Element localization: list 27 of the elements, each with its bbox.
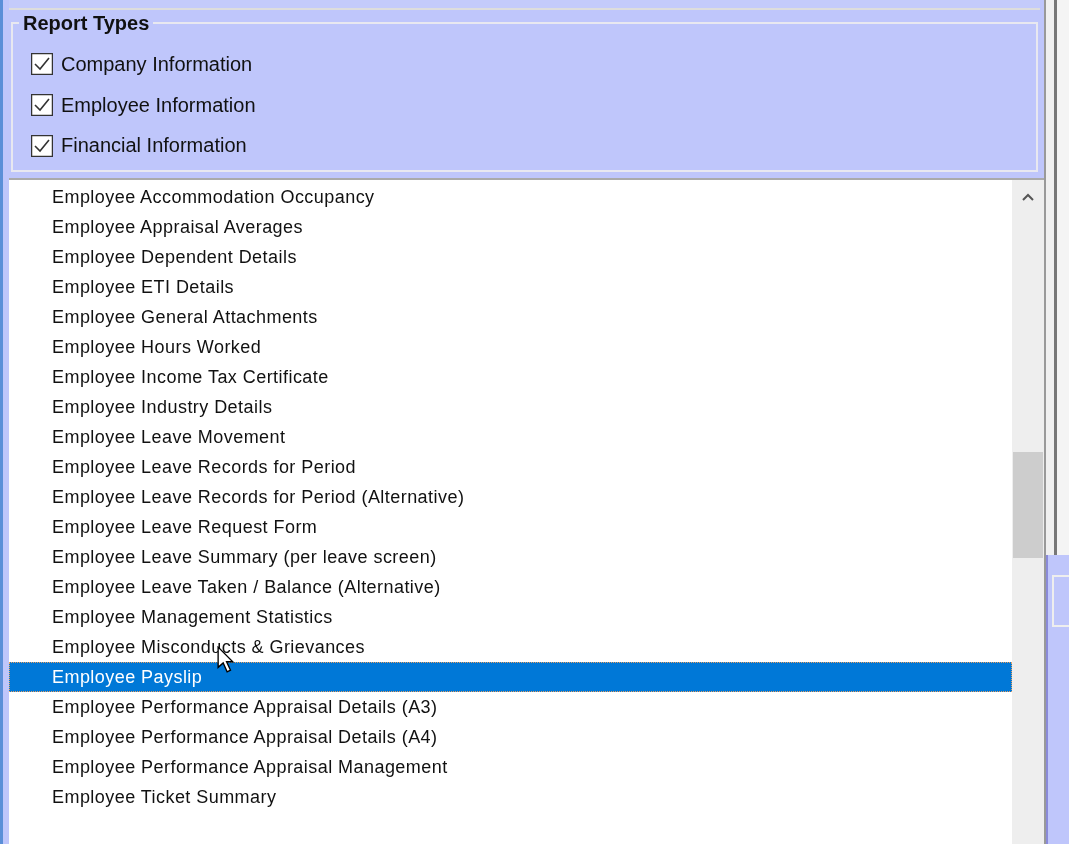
report-list-item[interactable]: Employee ETI Details xyxy=(9,272,1012,302)
report-list-item[interactable]: Employee Performance Appraisal Details (A3) xyxy=(9,692,1012,722)
report-list-item[interactable]: Employee Leave Movement xyxy=(9,422,1012,452)
report-list-item[interactable]: Employee General Attachments xyxy=(9,302,1012,332)
report-list-item[interactable]: Employee Ticket Summary xyxy=(9,782,1012,812)
report-list-item[interactable]: Employee Leave Summary (per leave screen) xyxy=(9,542,1012,572)
report-list-item[interactable]: Employee Leave Request Form xyxy=(9,512,1012,542)
report-list-item[interactable]: Employee Payslip xyxy=(9,662,1012,692)
report-list-item[interactable]: Employee Performance Appraisal Management xyxy=(9,752,1012,782)
report-list-item[interactable]: Employee Hours Worked xyxy=(9,332,1012,362)
report-list-item[interactable]: Employee Income Tax Certificate xyxy=(9,362,1012,392)
scroll-up-icon[interactable] xyxy=(1021,192,1035,202)
scroll-thumb[interactable] xyxy=(1013,452,1043,558)
report-list-item[interactable]: Employee Leave Taken / Balance (Alternative) xyxy=(9,572,1012,602)
report-list-item[interactable]: Employee Leave Records for Period xyxy=(9,452,1012,482)
report-type-checkbox[interactable]: Employee Information xyxy=(31,90,1036,120)
report-list-item[interactable]: Employee Industry Details xyxy=(9,392,1012,422)
report-list-item[interactable]: Employee Management Statistics xyxy=(9,602,1012,632)
report-list-item[interactable]: Employee Leave Records for Period (Alternative) xyxy=(9,482,1012,512)
report-list-item[interactable]: Employee Misconducts & Grievances xyxy=(9,632,1012,662)
report-list-item[interactable]: Employee Performance Appraisal Details (A4) xyxy=(9,722,1012,752)
report-list-item[interactable]: Employee Appraisal Averages xyxy=(9,212,1012,242)
report-list-item[interactable]: Employee Accommodation Occupancy xyxy=(9,182,1012,212)
report-list-item[interactable]: Employee Dependent Details xyxy=(9,242,1012,272)
report-type-checkbox[interactable]: Company Information xyxy=(31,50,1036,79)
scrollbar[interactable] xyxy=(1012,180,1044,844)
report-type-checkbox[interactable]: Financial Information xyxy=(31,131,1036,160)
